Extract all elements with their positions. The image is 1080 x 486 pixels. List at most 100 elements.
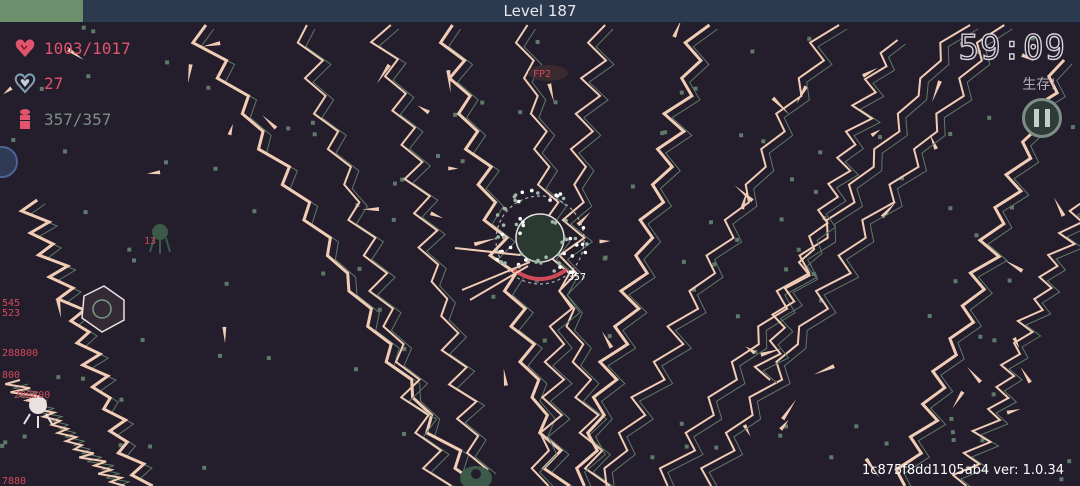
xp-gem: [761, 139, 766, 144]
xp-gem: [453, 112, 458, 117]
lightning-trail: [667, 28, 979, 486]
orbital: [499, 260, 504, 264]
xp-gem: [86, 74, 91, 79]
xp-gem: [949, 416, 954, 421]
orbital: [514, 222, 519, 227]
xp-gem: [927, 314, 932, 318]
shard: [202, 41, 221, 47]
shard: [547, 83, 554, 102]
xp-gem: [218, 353, 222, 358]
xp-gem: [127, 247, 132, 252]
xp-gem: [0, 443, 5, 448]
xp-gem: [779, 217, 784, 222]
shield-heart-icon: [14, 73, 36, 94]
pause-button[interactable]: [1022, 98, 1062, 138]
xp-gem: [878, 135, 882, 140]
shard: [446, 70, 451, 93]
shard: [222, 326, 227, 344]
shard: [1004, 260, 1024, 273]
xp-gem: [91, 29, 96, 34]
orbital: [512, 195, 517, 199]
hp-value: 1003/1017: [44, 38, 131, 58]
shard: [1006, 409, 1021, 415]
shard: [188, 64, 193, 84]
xp-gem: [607, 334, 612, 339]
xp-gem: [630, 184, 635, 189]
orbital: [530, 188, 534, 193]
xp-gem: [650, 455, 655, 460]
orbital: [524, 258, 528, 262]
edge-number: 523: [2, 308, 20, 319]
shard: [56, 299, 61, 318]
edge-number: 7880: [2, 476, 26, 486]
xp-gem: [132, 258, 136, 263]
edge-number: 800: [2, 370, 20, 381]
pause-icon: [1045, 109, 1050, 127]
orbital: [581, 226, 586, 230]
xp-gem: [377, 307, 382, 312]
orbital: [560, 240, 564, 244]
enemy-tag: FP2: [533, 69, 551, 80]
xp-gem: [735, 237, 740, 242]
xp-gem: [3, 440, 8, 445]
ammo-stat: 357/357: [14, 107, 111, 131]
game-screen[interactable]: 357 FP2 13 545 523 288800 800 288800 788…: [0, 0, 1080, 486]
xp-gem: [206, 85, 211, 90]
xp-gem: [321, 271, 326, 276]
orbital: [518, 216, 522, 221]
xp-gem: [784, 267, 789, 272]
xp-gem: [735, 314, 740, 319]
xp-gem: [750, 49, 755, 54]
orbital: [495, 257, 499, 262]
orbital: [539, 261, 543, 265]
lightning-trail: [611, 28, 848, 486]
heart-icon: [15, 39, 35, 57]
xp-gem: [542, 338, 547, 343]
orbital: [585, 242, 589, 246]
xp-gem: [402, 431, 406, 436]
battlefield[interactable]: 357 FP2 13 545 523 288800 800 288800 788…: [0, 0, 1080, 486]
xp-gem: [119, 397, 124, 402]
shard: [601, 331, 614, 349]
xp-gem: [81, 25, 86, 30]
orbital: [503, 261, 507, 265]
xp-gem: [829, 455, 834, 460]
xp-gem: [11, 138, 16, 142]
level-label: Level 187: [503, 2, 577, 20]
survival-timer: 59:09: [958, 27, 1066, 68]
crystal-enemy[interactable]: [81, 285, 125, 333]
xp-gem: [391, 217, 396, 222]
xp-gem: [978, 334, 983, 339]
xp-gem: [778, 433, 783, 438]
xp-gem: [951, 438, 956, 442]
orbital: [536, 191, 540, 195]
orbital: [573, 236, 578, 241]
shard: [503, 368, 508, 386]
xp-gem: [357, 266, 362, 271]
lightning-trail: [708, 28, 1013, 486]
xp-gem: [213, 166, 218, 171]
xp-gem: [310, 120, 315, 125]
xp-gem: [148, 444, 153, 449]
xp-gem: [679, 90, 684, 95]
shard: [1054, 197, 1066, 217]
orbital: [502, 206, 507, 211]
xp-gem: [603, 255, 608, 260]
xp-gem: [974, 233, 979, 238]
enemy-top[interactable]: FP2: [528, 65, 568, 81]
xp-gem: [953, 279, 958, 284]
orbital: [564, 237, 569, 242]
orbital: [501, 223, 506, 227]
xp-gem: [460, 159, 465, 164]
xp-gem: [491, 294, 496, 299]
orbital: [544, 255, 548, 259]
shard: [147, 170, 161, 175]
shard: [599, 239, 611, 244]
xp-gem: [818, 150, 823, 155]
shard: [1020, 367, 1032, 384]
orbital: [513, 198, 517, 203]
orbital: [561, 196, 566, 201]
orbital: [568, 236, 573, 241]
xp-gem: [714, 445, 719, 450]
orbital: [508, 245, 513, 250]
